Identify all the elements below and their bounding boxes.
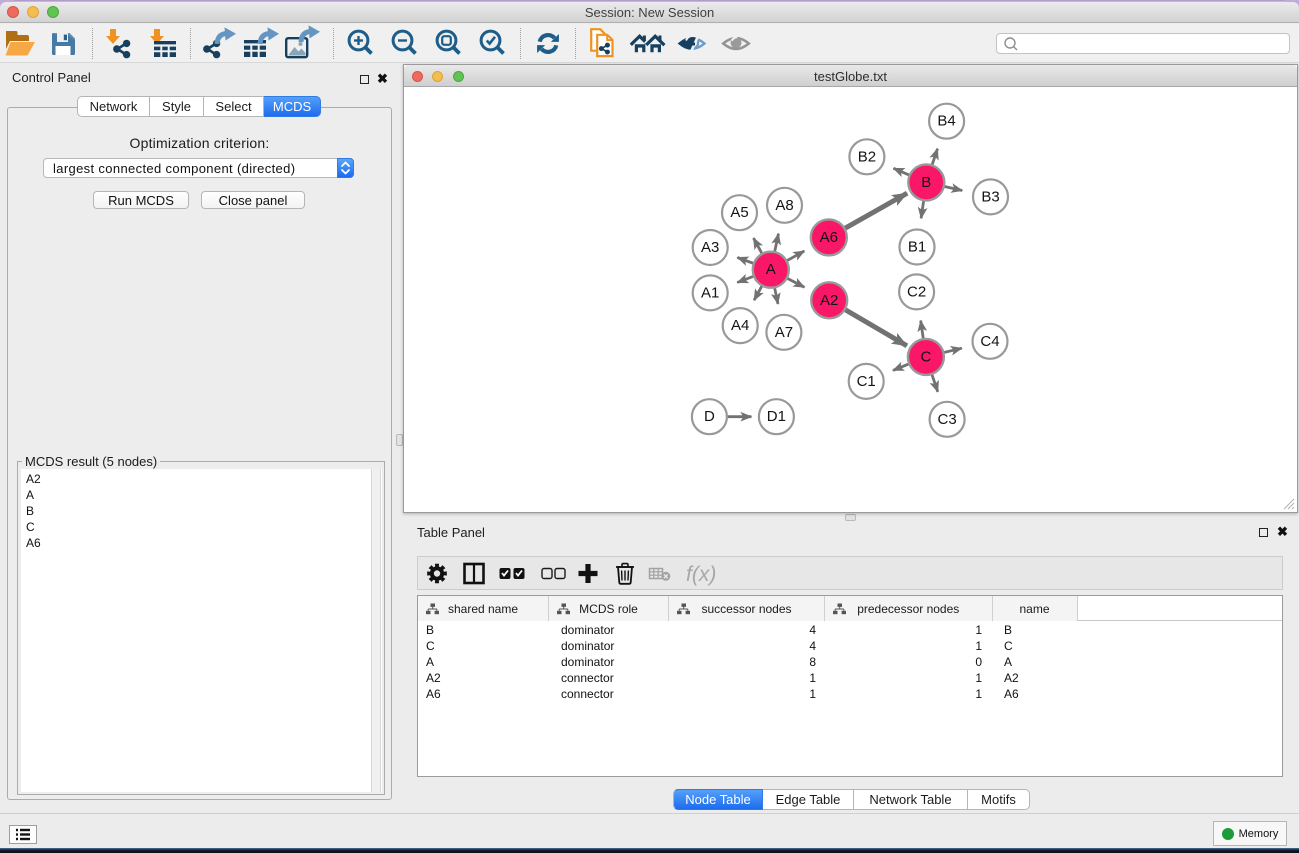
- svg-text:C3: C3: [938, 411, 957, 428]
- svg-text:C: C: [920, 348, 931, 365]
- svg-text:f(x): f(x): [686, 563, 716, 586]
- svg-text:B2: B2: [858, 148, 876, 165]
- svg-text:A3: A3: [701, 239, 719, 256]
- svg-text:D1: D1: [767, 408, 786, 425]
- svg-text:B3: B3: [981, 188, 999, 205]
- svg-text:A: A: [766, 261, 776, 278]
- svg-text:A4: A4: [731, 317, 749, 334]
- svg-text:A1: A1: [701, 284, 719, 301]
- svg-text:A7: A7: [775, 324, 793, 341]
- svg-text:A8: A8: [775, 197, 793, 214]
- svg-text:B1: B1: [908, 239, 926, 256]
- svg-text:C4: C4: [980, 333, 999, 350]
- svg-text:A5: A5: [730, 204, 748, 221]
- svg-text:D: D: [704, 408, 715, 425]
- svg-text:B4: B4: [937, 113, 955, 130]
- svg-text:C1: C1: [857, 373, 876, 390]
- svg-text:A6: A6: [820, 229, 838, 246]
- svg-text:A2: A2: [820, 292, 838, 309]
- svg-text:B: B: [921, 174, 931, 191]
- svg-text:C2: C2: [907, 283, 926, 300]
